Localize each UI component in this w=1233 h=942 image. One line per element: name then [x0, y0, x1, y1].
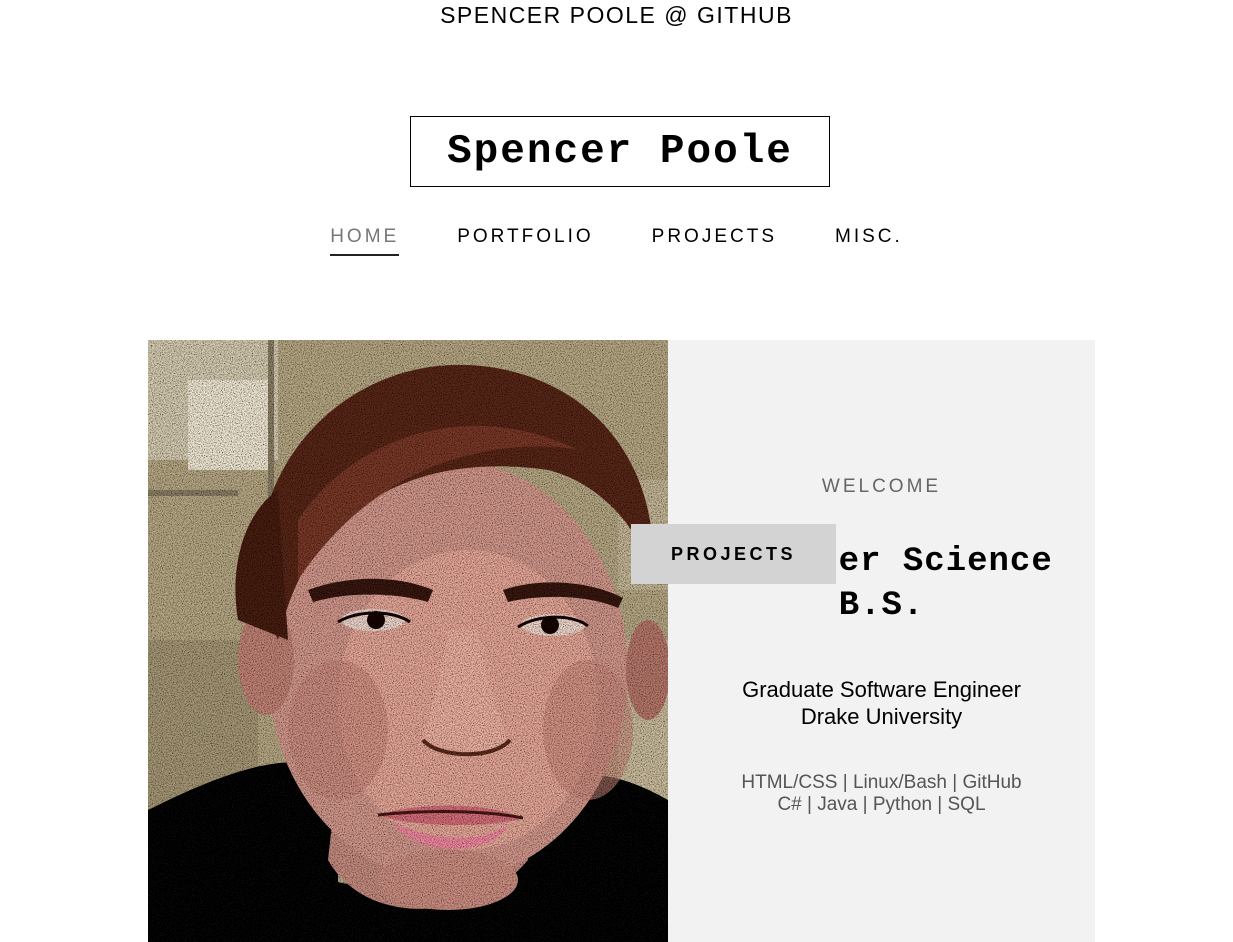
skills-list: HTML/CSS | Linux/Bash | GitHub C# | Java…: [668, 772, 1095, 816]
nav-item-home[interactable]: HOME: [330, 226, 400, 256]
nav-item-portfolio[interactable]: PORTFOLIO: [457, 226, 593, 256]
portrait-photo: [148, 340, 668, 942]
main-nav: HOME PORTFOLIO PROJECTS MISC.: [0, 226, 1233, 256]
skills-line-2: C# | Java | Python | SQL: [777, 794, 986, 815]
top-bar: SPENCER POOLE @ GITHUB: [0, 0, 1233, 30]
nav-item-misc[interactable]: MISC.: [835, 226, 903, 256]
degree-line-2: B.S.: [838, 587, 925, 625]
site-title: Spencer Poole: [447, 128, 793, 175]
role-title: Graduate Software Engineer: [742, 677, 1021, 702]
hero-section: WELCOME Computer Science B.S. Graduate S…: [148, 340, 1095, 942]
nav-item-projects[interactable]: PROJECTS: [652, 226, 777, 256]
skills-line-1: HTML/CSS | Linux/Bash | GitHub: [741, 772, 1022, 793]
github-link[interactable]: SPENCER POOLE @ GITHUB: [440, 2, 793, 29]
site-logo[interactable]: Spencer Poole: [410, 116, 830, 187]
welcome-label: WELCOME: [821, 476, 942, 497]
projects-button[interactable]: PROJECTS: [631, 524, 836, 584]
info-panel: WELCOME Computer Science B.S. Graduate S…: [668, 340, 1095, 942]
school-name: Drake University: [800, 704, 963, 729]
role-description: Graduate Software Engineer Drake Univers…: [668, 676, 1095, 730]
